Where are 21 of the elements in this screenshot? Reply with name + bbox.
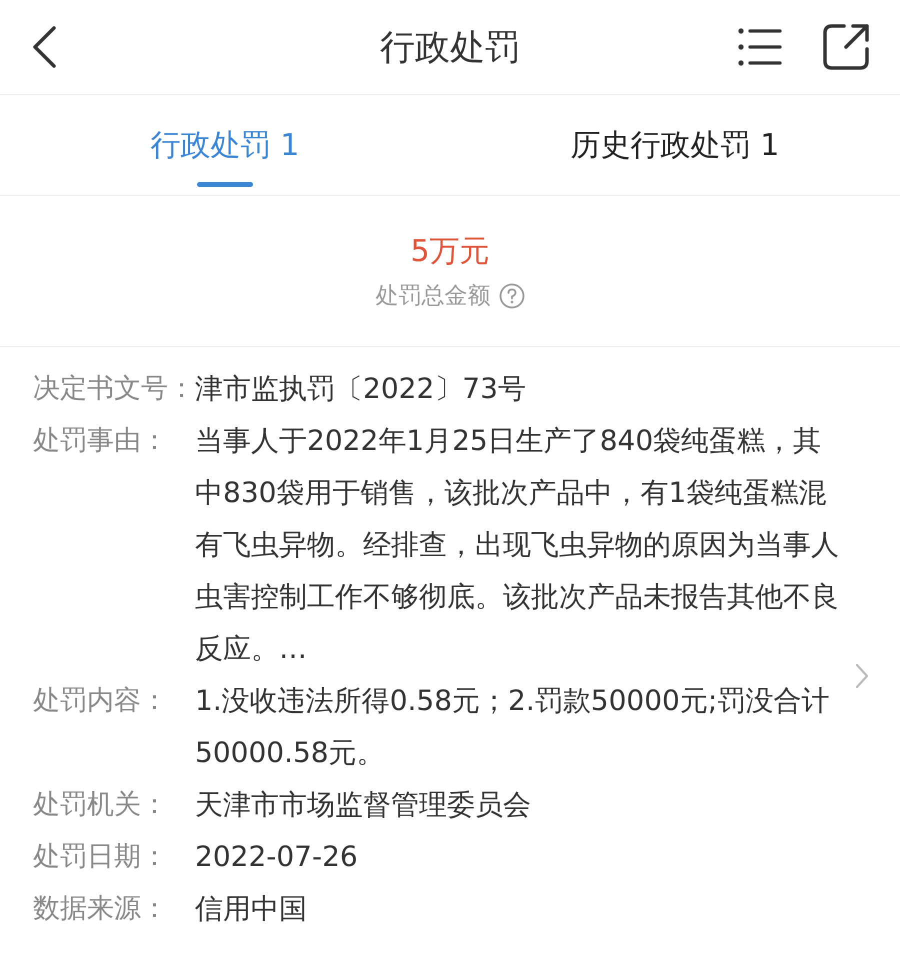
amount-value: 5万元 [410, 233, 490, 271]
field-label: 数据来源： [33, 892, 169, 926]
field-label: 决定书文号： [33, 372, 195, 406]
share-icon[interactable] [822, 23, 870, 71]
field-value: 天津市市场监督管理委员会 [195, 787, 532, 823]
menu-icon[interactable] [738, 27, 782, 67]
field-value: 1.没收违法所得0.58元；2.罚款50000元;罚没合计50000.58元。 [195, 683, 830, 771]
field-label: 处罚日期： [33, 840, 169, 874]
field-value: 2022-07-26 [195, 839, 359, 875]
back-icon[interactable] [30, 25, 58, 69]
field-label: 处罚内容： [33, 684, 169, 718]
field-label: 处罚事由： [33, 424, 169, 458]
tab[interactable]: 行政处罚 1 [0, 95, 450, 195]
field-value: 津市监执罚〔2022〕73号 [195, 371, 527, 407]
field-value: 当事人于2022年1月25日生产了840袋纯蛋糕，其中830袋用于销售，该批次产品中，有1袋纯蛋糕混有飞虫异物。经排查，出现飞虫异物的原因为当事人虫害控制工作不够彻底。该批次产品未报告其他不良反应。… [195, 423, 840, 667]
amount-caption: 处罚总金额 [376, 282, 490, 311]
field-label: 处罚机关： [33, 788, 169, 822]
page-title: 行政处罚 [380, 26, 520, 70]
field-value: 信用中国 [195, 891, 308, 927]
help-icon[interactable] [498, 282, 524, 308]
tab[interactable]: 历史行政处罚 1 [450, 95, 900, 195]
